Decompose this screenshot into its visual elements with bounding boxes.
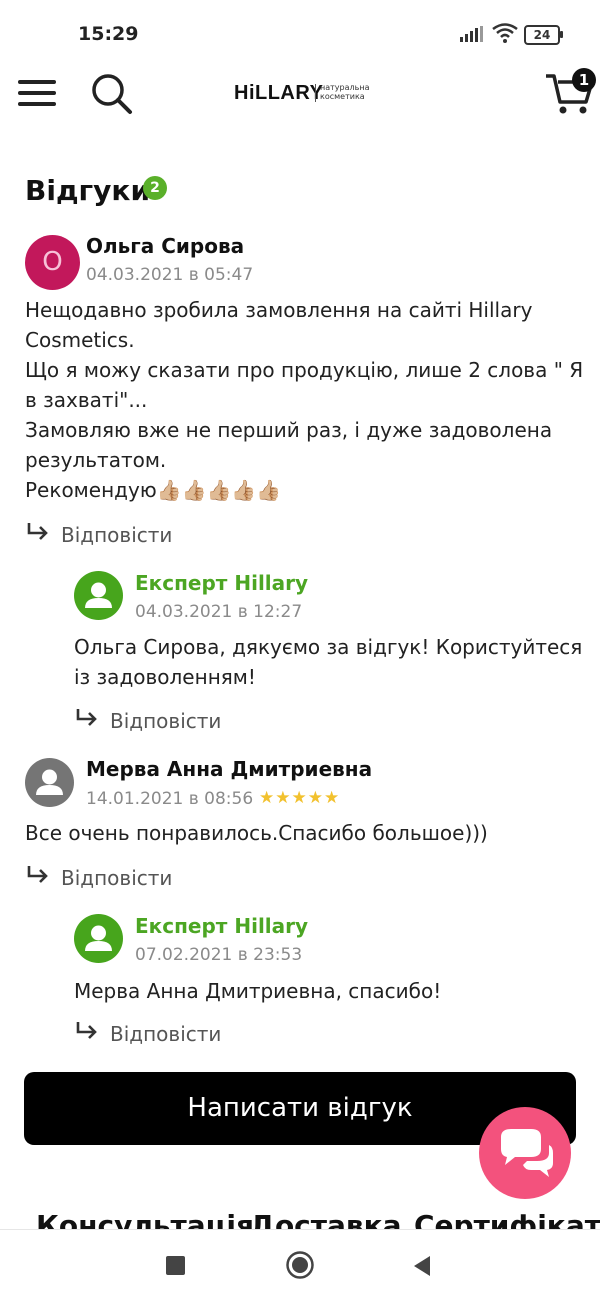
reply-label: Відповісти — [110, 1022, 222, 1046]
answer-text: Мерва Анна Дмитриевна, спасибо! — [74, 979, 442, 1003]
reply-label: Відповісти — [61, 523, 173, 547]
reply-arrow-icon — [76, 709, 97, 726]
wifi-icon — [492, 23, 518, 43]
signal-icon — [460, 26, 483, 42]
system-nav-bar — [0, 1229, 600, 1300]
chat-icon — [501, 1129, 553, 1177]
info-tabs: Консультація Доставка Сертифікат — [0, 1205, 600, 1231]
back-button[interactable] — [412, 1255, 432, 1277]
status-bar: 15:29 24 — [0, 0, 600, 64]
cart-count-badge: 1 — [572, 68, 596, 92]
review-author: Мерва Анна Дмитриевна — [86, 757, 373, 781]
user-icon — [85, 925, 112, 951]
user-icon — [36, 769, 63, 795]
reviews-count-badge: 2 — [143, 176, 167, 200]
chat-button[interactable] — [479, 1107, 571, 1199]
battery-icon: 24 — [524, 25, 560, 45]
reviews-title: Відгуки — [25, 174, 151, 207]
reply-arrow-icon — [27, 523, 48, 540]
expert-avatar — [74, 914, 123, 963]
answer-author: Експерт Hillary — [135, 571, 309, 595]
rating-stars: ★★★★★ — [259, 788, 341, 808]
review-date: 04.03.2021 в 05:47 — [86, 265, 254, 285]
status-time: 15:29 — [78, 23, 139, 45]
tab-certificate[interactable]: Сертифікат — [414, 1209, 600, 1231]
answer-author: Експерт Hillary — [135, 914, 309, 938]
battery-tip — [560, 31, 563, 38]
tab-delivery[interactable]: Доставка — [250, 1209, 402, 1231]
tab-consultation[interactable]: Консультація — [36, 1209, 254, 1231]
home-button[interactable] — [285, 1250, 315, 1280]
logo-tagline: натуральна косметика — [320, 83, 370, 101]
answer-text: Ольга Сирова, дякуємо за відгук! Користу… — [74, 635, 583, 689]
search-icon[interactable] — [90, 72, 134, 116]
logo-text: HiLLARY — [234, 82, 324, 104]
reply-arrow-icon — [76, 1022, 97, 1039]
logo-divider — [315, 84, 316, 102]
reply-label: Відповісти — [110, 709, 222, 733]
reply-arrow-icon — [27, 866, 48, 883]
review-text: Нещодавно зробила замовлення на сайті Hi… — [25, 298, 584, 502]
review-text: Все очень понравилось.Спасибо большое))) — [25, 821, 488, 845]
user-avatar — [25, 758, 74, 807]
answer-date: 07.02.2021 в 23:53 — [135, 945, 303, 965]
recents-button[interactable] — [166, 1256, 185, 1275]
brand-logo[interactable]: HiLLARY натуральна косметика — [234, 80, 374, 110]
expert-avatar — [74, 571, 123, 620]
reply-label: Відповісти — [61, 866, 173, 890]
user-avatar: О — [25, 235, 80, 290]
review-author: Ольга Сирова — [86, 234, 245, 258]
menu-button[interactable] — [16, 74, 58, 110]
user-icon — [85, 582, 112, 608]
review-date: 14.01.2021 в 08:56 — [86, 789, 254, 809]
answer-date: 04.03.2021 в 12:27 — [135, 602, 303, 622]
